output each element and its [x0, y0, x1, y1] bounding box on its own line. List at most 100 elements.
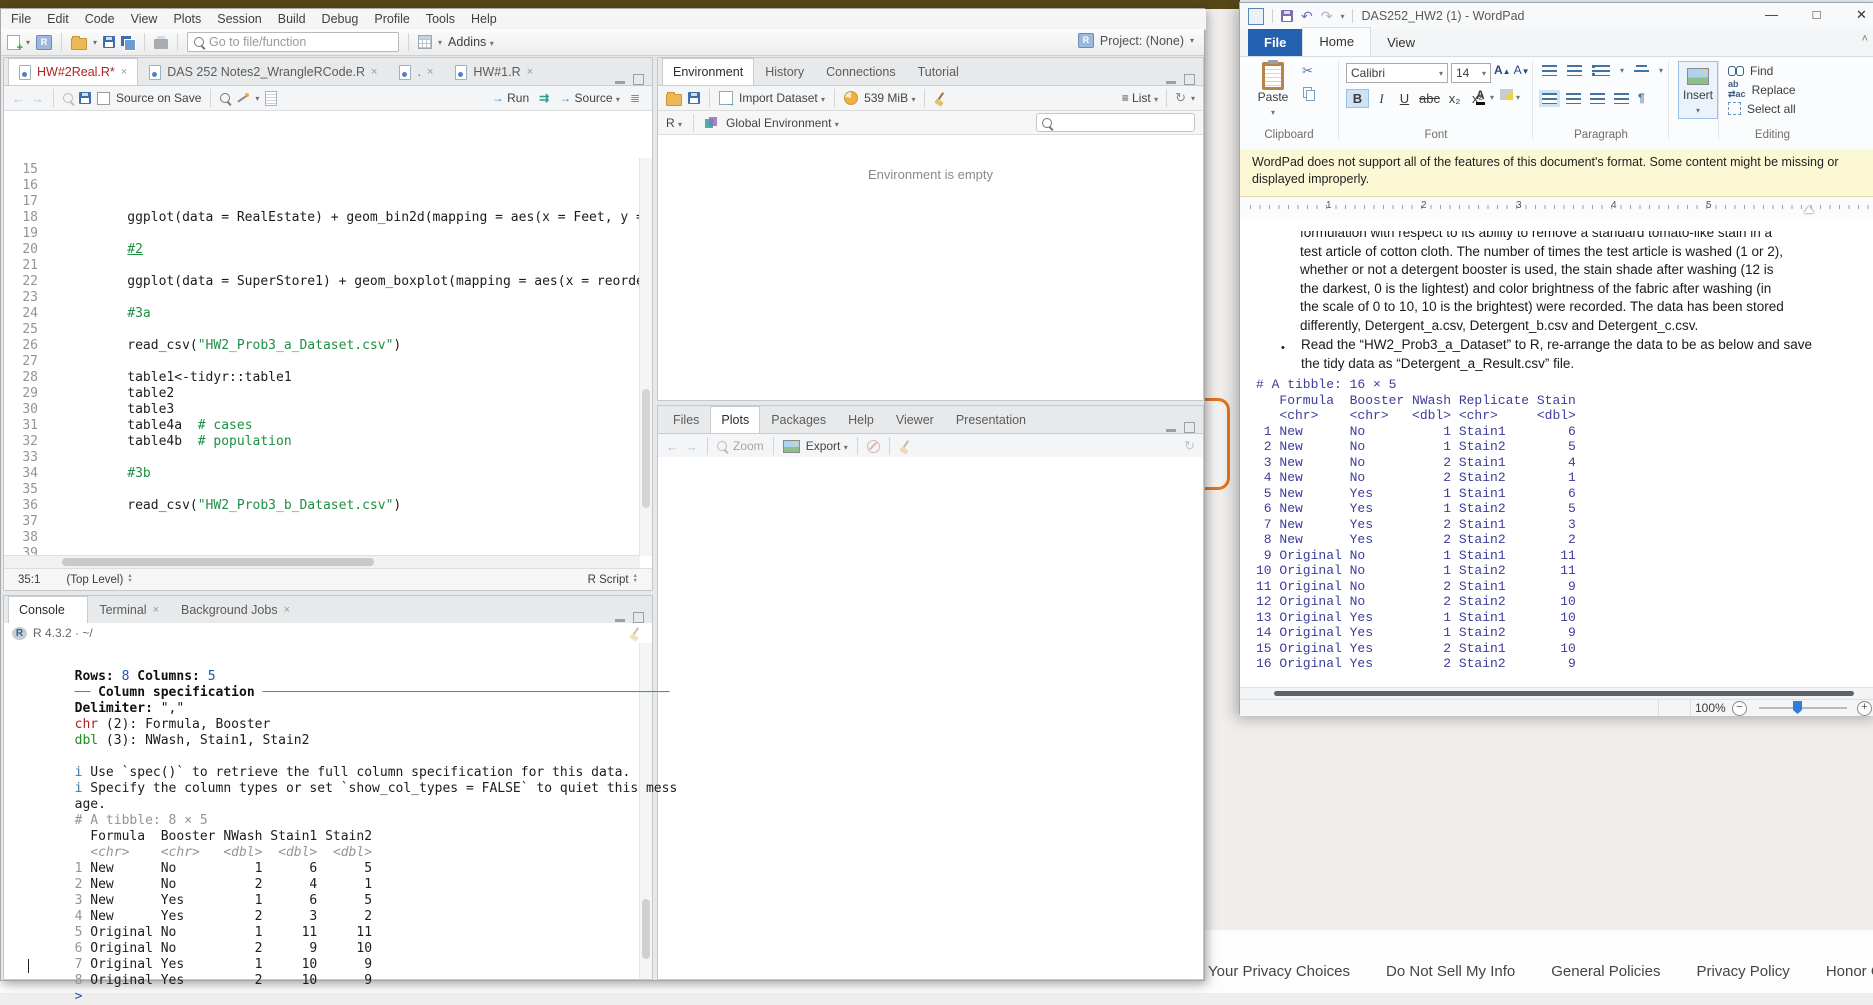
minimize-button[interactable]: — [1749, 3, 1794, 29]
export-plot-button[interactable]: Export ▾ [806, 439, 848, 453]
shrink-font-button[interactable]: A▼ [1514, 63, 1530, 83]
chevron-down-icon[interactable]: ▾ [1516, 93, 1520, 102]
project-menu[interactable]: R Project: (None) ▾ [1078, 33, 1194, 48]
refresh-icon[interactable]: ↻ [1184, 438, 1195, 454]
console-tab[interactable]: Background Jobs × [170, 596, 301, 623]
align-left-icon[interactable] [1542, 93, 1557, 104]
close-icon[interactable]: × [427, 66, 433, 78]
editor-tab[interactable]: HW#1.R × [444, 58, 544, 85]
save-icon[interactable] [79, 92, 91, 104]
zoom-out-button[interactable]: − [1732, 701, 1747, 716]
increase-indent-icon[interactable] [1567, 65, 1582, 76]
files-pane-tab[interactable]: Help [837, 406, 885, 433]
menu-item[interactable]: Edit [39, 10, 77, 28]
justify-icon[interactable] [1614, 93, 1629, 104]
editor-tab[interactable]: . × [388, 58, 444, 85]
paste-button[interactable]: Paste ▾ [1250, 62, 1296, 124]
zoom-slider-track[interactable] [1759, 707, 1847, 709]
menu-item[interactable]: Profile [366, 10, 417, 28]
maximize-pane-icon[interactable] [1184, 74, 1195, 85]
load-workspace-icon[interactable] [666, 94, 682, 106]
chevron-down-icon[interactable]: ▾ [255, 94, 259, 103]
menu-item[interactable]: Tools [418, 10, 463, 28]
scroll-thumb[interactable] [62, 558, 374, 566]
font-name-select[interactable]: Calibri▾ [1346, 63, 1448, 83]
ribbon-tab[interactable]: Home [1302, 27, 1371, 56]
menu-item[interactable]: Help [463, 10, 505, 28]
scope-selector[interactable]: (Top Level)▲▼ [66, 574, 132, 586]
previous-plot-icon[interactable]: ← [666, 440, 679, 453]
minimize-pane-icon[interactable] [615, 619, 625, 622]
memory-usage-button[interactable]: 539 MiB ▾ [864, 91, 915, 105]
menu-item[interactable]: Session [209, 10, 269, 28]
code-editor[interactable]: 15 16 ggplot(data = RealEstate) + geom_b… [4, 158, 640, 556]
files-pane-tab[interactable]: Viewer [885, 406, 945, 433]
close-icon[interactable]: × [527, 66, 533, 78]
file-type-selector[interactable]: R Script▲▼ [588, 574, 638, 586]
font-color-button[interactable]: A [1476, 89, 1485, 105]
console-tab[interactable]: Console × [8, 596, 88, 623]
next-plot-icon[interactable]: → [685, 440, 698, 453]
footer-link[interactable]: Honor Code [1826, 963, 1873, 980]
rerun-icon[interactable]: ⇉ [539, 91, 549, 105]
files-pane-tab[interactable]: Files [662, 406, 710, 433]
environment-scope-selector[interactable]: Global Environment ▾ [726, 116, 839, 130]
environment-tab[interactable]: History [754, 58, 815, 85]
goto-file-search[interactable]: Go to file/function [187, 32, 399, 52]
find-icon[interactable] [220, 93, 230, 103]
paragraph-dialog-icon[interactable]: ¶ [1638, 91, 1645, 105]
import-dataset-button[interactable]: Import Dataset ▾ [739, 91, 825, 105]
font-style-button[interactable]: B [1346, 89, 1369, 108]
copy-icon[interactable] [1303, 87, 1314, 99]
files-pane-tab[interactable]: Plots [710, 406, 760, 433]
editor-tab[interactable]: HW#2Real.R* × [8, 58, 138, 85]
insert-button[interactable]: Insert ▾ [1678, 61, 1718, 119]
save-icon[interactable] [103, 36, 115, 48]
language-selector[interactable]: R ▾ [666, 116, 682, 130]
maximize-pane-icon[interactable] [633, 612, 644, 623]
chevron-down-icon[interactable]: ▾ [1490, 93, 1494, 102]
chevron-down-icon[interactable]: ▾ [1620, 66, 1624, 75]
menu-item[interactable]: Code [77, 10, 123, 28]
highlight-color-button[interactable] [1500, 89, 1513, 100]
footer-link[interactable]: General Policies [1551, 963, 1660, 980]
document-area[interactable]: formulation with respect to its ability … [1240, 217, 1873, 687]
maximize-pane-icon[interactable] [633, 74, 644, 85]
minimize-pane-icon[interactable] [1166, 81, 1176, 84]
close-icon[interactable]: × [371, 66, 377, 78]
footer-link[interactable]: Your Privacy Choices [1208, 963, 1350, 980]
align-right-icon[interactable] [1590, 93, 1605, 104]
footer-link[interactable]: Privacy Policy [1696, 963, 1789, 980]
footer-link[interactable]: Do Not Sell My Info [1386, 963, 1515, 980]
files-pane-tab[interactable]: Presentation [945, 406, 1037, 433]
zoom-plot-icon[interactable] [717, 441, 727, 451]
close-icon[interactable]: × [284, 604, 290, 616]
environment-tab[interactable]: Environment [662, 58, 754, 85]
undo-icon[interactable]: ↶ [1301, 8, 1313, 25]
source-button[interactable]: → Source ▾ [559, 91, 620, 105]
menu-item[interactable]: View [123, 10, 166, 28]
clear-objects-icon[interactable] [934, 92, 947, 105]
refresh-icon[interactable]: ↻ [1175, 90, 1186, 106]
replace-button[interactable]: ab⇄acReplace [1728, 80, 1796, 99]
redo-icon[interactable]: ↷ [1321, 8, 1333, 25]
files-pane-tab[interactable]: Packages [760, 406, 837, 433]
editor-tab[interactable]: DAS 252 Notes2_WrangleRCode.R × [138, 58, 388, 85]
console-output[interactable]: Rows: 8 Columns: 5 ── Column specificati… [12, 637, 638, 975]
clear-console-icon[interactable] [629, 627, 642, 640]
find-button[interactable]: Find [1728, 61, 1796, 80]
close-button[interactable]: ✕ [1839, 3, 1873, 29]
menu-item[interactable]: Debug [314, 10, 367, 28]
line-spacing-icon[interactable] [1634, 65, 1649, 76]
print-icon[interactable] [154, 39, 168, 49]
forward-icon[interactable]: → [31, 92, 44, 105]
chevron-down-icon[interactable]: ▾ [1659, 66, 1663, 75]
font-style-button[interactable]: abc [1417, 90, 1442, 107]
grow-font-button[interactable]: A▲ [1494, 63, 1511, 83]
chevron-down-icon[interactable]: ▾ [438, 38, 442, 47]
chevron-down-icon[interactable]: ▾ [26, 38, 30, 47]
font-style-button[interactable]: I [1371, 90, 1392, 108]
cut-icon[interactable]: ✂ [1302, 63, 1313, 79]
zoom-in-button[interactable]: + [1857, 701, 1872, 716]
ribbon-tab[interactable]: File [1248, 29, 1302, 56]
